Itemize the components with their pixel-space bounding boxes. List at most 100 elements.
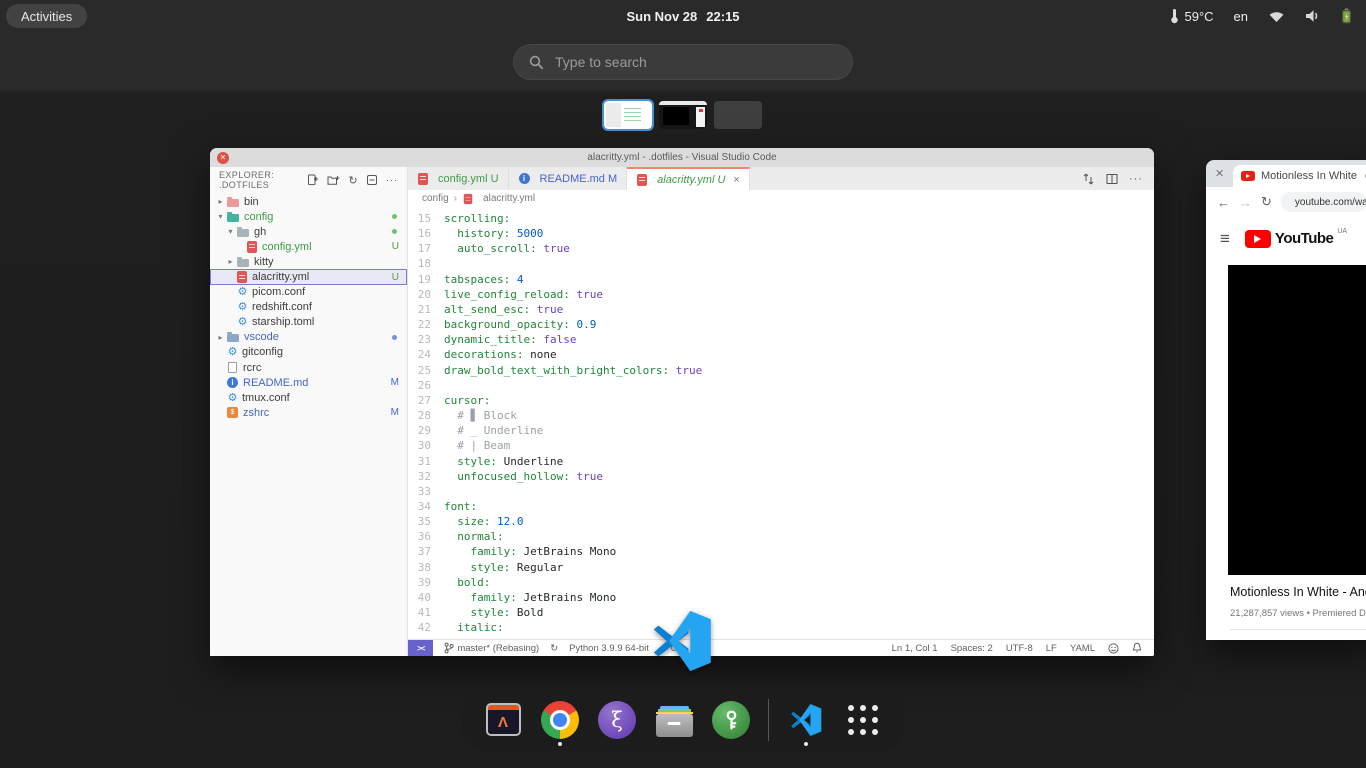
open-changes-icon[interactable] <box>1082 173 1095 185</box>
editor-tabs: config.yml UiREADME.md Malacritty.yml U×… <box>408 167 1154 190</box>
tree-item-config-yml[interactable]: config.ymlU <box>210 239 407 254</box>
window-title: alacritty.yml - .dotfiles - Visual Studi… <box>587 152 776 163</box>
workspace-thumbnail-1[interactable] <box>604 101 652 129</box>
workspace-thumbnail-3[interactable] <box>714 101 762 129</box>
tree-item-tmux-conf[interactable]: ⚙tmux.conf <box>210 390 407 405</box>
dock-item-app-grid[interactable] <box>843 691 883 749</box>
clock[interactable]: Sun Nov 28 22:15 <box>626 0 739 32</box>
line-number: 24 <box>408 347 444 362</box>
tab-title: Motionless In White - A <box>1261 170 1359 182</box>
tree-item-config[interactable]: ▾ config <box>210 209 407 224</box>
line-number: 18 <box>408 256 444 271</box>
status-spaces-2[interactable]: Spaces: 2 <box>951 643 993 654</box>
new-file-icon[interactable] <box>307 174 319 186</box>
tab-close-icon[interactable]: ✕ <box>1215 167 1224 180</box>
breadcrumb[interactable]: config › alacritty.yml <box>408 190 1154 207</box>
dock-item-keepassxc[interactable] <box>711 691 751 749</box>
file-label: gitconfig <box>242 346 283 358</box>
split-editor-icon[interactable] <box>1106 173 1118 185</box>
line-number: 21 <box>408 302 444 317</box>
window-close-button[interactable]: ✕ <box>217 152 229 164</box>
tree-item-kitty[interactable]: ▸kitty <box>210 254 407 269</box>
gear-file-icon: ⚙ <box>226 346 239 358</box>
code-line: 19tabspaces: 4 <box>408 272 1154 287</box>
video-meta: 21,287,857 views • Premiered Dec <box>1230 608 1366 619</box>
tree-item-bin[interactable]: ▸bin <box>210 194 407 209</box>
tree-item-zshrc[interactable]: $zshrcM <box>210 405 407 420</box>
code-editor[interactable]: 15scrolling:16 history: 500017 auto_scro… <box>408 207 1154 639</box>
status-python-3-9-9-64-bit[interactable]: Python 3.9.9 64-bit <box>569 643 649 654</box>
dock-item-chrome[interactable] <box>540 691 580 749</box>
workspace-preview <box>659 101 707 129</box>
remote-indicator[interactable]: >< <box>408 640 433 656</box>
line-number: 23 <box>408 332 444 347</box>
tree-item-gh[interactable]: ▾gh <box>210 224 407 239</box>
feedback-icon[interactable] <box>1108 643 1119 654</box>
line-number: 25 <box>408 363 444 378</box>
editor-tab-readme-md[interactable]: iREADME.md M <box>509 167 628 190</box>
file-label: config <box>244 211 273 223</box>
status-branch[interactable]: master* (Rebasing) <box>444 642 539 654</box>
file-label: README.md <box>243 377 308 389</box>
chevron-down-icon: ▾ <box>215 212 226 221</box>
status-lf[interactable]: LF <box>1046 643 1057 654</box>
workspace-thumbnail-2[interactable] <box>659 101 707 129</box>
code-token: style: <box>444 561 517 574</box>
tree-item-vscode[interactable]: ▸vscode <box>210 330 407 345</box>
editor-tab-config-yml[interactable]: config.yml U <box>408 167 509 190</box>
tree-item-picom-conf[interactable]: ⚙picom.conf <box>210 285 407 300</box>
dock-item-vscode[interactable] <box>786 691 826 749</box>
tree-item-gitconfig[interactable]: ⚙gitconfig <box>210 345 407 360</box>
youtube-wordmark: YouTube <box>1275 228 1333 250</box>
chrome-active-tab[interactable]: Motionless In White - A <box>1233 165 1366 187</box>
dock-item-emacs[interactable]: ξ <box>597 691 637 749</box>
vscode-title-bar[interactable]: ✕ alacritty.yml - .dotfiles - Visual Stu… <box>210 148 1154 167</box>
youtube-logo[interactable]: YouTube UA <box>1245 228 1347 250</box>
back-button[interactable]: ← <box>1217 195 1230 210</box>
line-number: 42 <box>408 620 444 635</box>
vscode-window[interactable]: ✕ alacritty.yml - .dotfiles - Visual Stu… <box>210 148 1154 656</box>
tree-item-readme-md[interactable]: iREADME.mdM <box>210 375 407 390</box>
code-line: 25draw_bold_text_with_bright_colors: tru… <box>408 363 1154 378</box>
tab-bar-actions: ··· <box>1082 167 1154 190</box>
collapse-folders-icon[interactable] <box>366 174 378 186</box>
running-indicator <box>558 742 562 746</box>
folder-icon <box>227 214 239 222</box>
tree-item-redshift-conf[interactable]: ⚙redshift.conf <box>210 300 407 315</box>
code-line: 34font: <box>408 499 1154 514</box>
tree-item-alacritty-yml[interactable]: alacritty.ymlU <box>210 269 407 284</box>
dock-item-alacritty[interactable]: Λ <box>483 691 523 749</box>
menu-icon[interactable]: ≡ <box>1220 229 1230 249</box>
bell-icon[interactable] <box>1132 642 1142 654</box>
search-icon <box>529 55 544 70</box>
chrome-window[interactable]: ✕ Motionless In White - A ← → ↻ youtube.… <box>1206 160 1366 640</box>
status-utf-8[interactable]: UTF-8 <box>1006 643 1033 654</box>
line-number: 35 <box>408 514 444 529</box>
breadcrumb-folder[interactable]: config <box>422 193 449 204</box>
editor-tab-alacritty-yml[interactable]: alacritty.yml U× <box>627 167 750 190</box>
more-actions-icon[interactable]: ··· <box>386 175 398 185</box>
forward-button[interactable]: → <box>1239 195 1252 210</box>
sync-icon[interactable]: ↻ <box>550 643 558 654</box>
breadcrumb-file[interactable]: alacritty.yml <box>483 193 535 204</box>
info-file-icon: i <box>519 173 530 184</box>
status-ln-1-col-1[interactable]: Ln 1, Col 1 <box>892 643 938 654</box>
system-status-area[interactable]: 59°C en <box>1170 0 1352 32</box>
status-yaml[interactable]: YAML <box>1070 643 1095 654</box>
line-number: 40 <box>408 590 444 605</box>
video-player[interactable] <box>1228 265 1366 575</box>
vscode-icon <box>789 703 823 737</box>
address-bar[interactable]: youtube.com/wa <box>1281 192 1366 212</box>
gear-file-icon: ⚙ <box>226 392 239 404</box>
refresh-explorer-icon[interactable]: ↻ <box>348 174 358 187</box>
reload-button[interactable]: ↻ <box>1261 194 1272 210</box>
tree-item-starship-toml[interactable]: ⚙starship.toml <box>210 315 407 330</box>
dock-item-files[interactable] <box>654 691 694 749</box>
new-folder-icon[interactable] <box>327 174 340 186</box>
code-line: 21alt_send_esc: true <box>408 302 1154 317</box>
activities-button[interactable]: Activities <box>6 4 87 28</box>
tree-item-rcrc[interactable]: rcrc <box>210 360 407 375</box>
tab-close-icon[interactable]: × <box>733 174 739 186</box>
more-actions-icon[interactable]: ··· <box>1129 173 1143 185</box>
search-bar[interactable]: Type to search <box>513 44 853 80</box>
